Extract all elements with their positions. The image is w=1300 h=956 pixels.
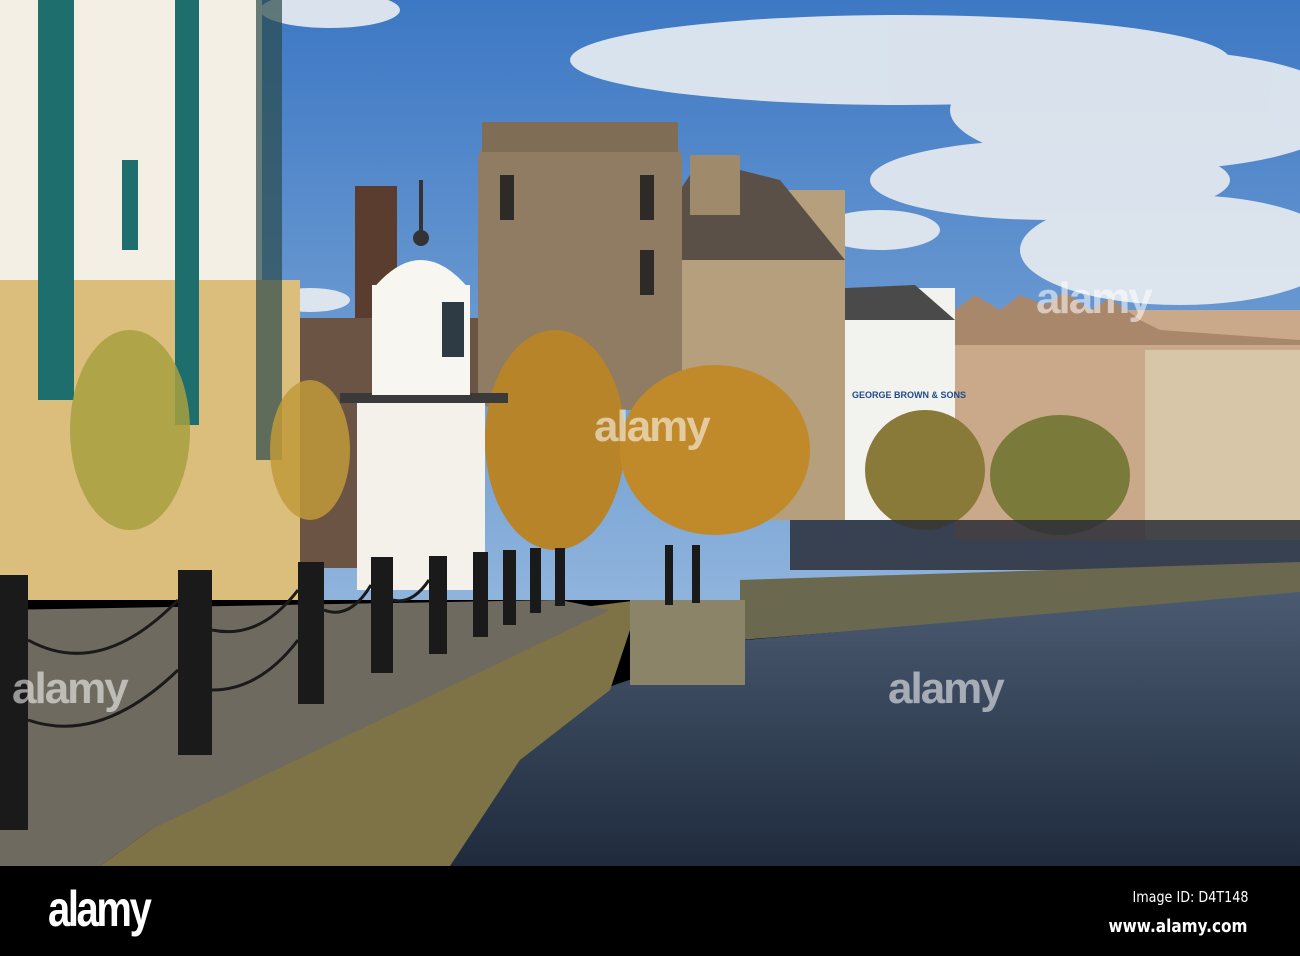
watermark-center: alamy bbox=[594, 402, 711, 451]
watermark-right: alamy bbox=[888, 664, 1005, 713]
cars-row bbox=[790, 520, 1300, 570]
watermark-top-right: alamy bbox=[1036, 274, 1153, 323]
footer-bar: alamy Image ID: D4T148 www.alamy.com bbox=[0, 866, 1300, 956]
pier-block bbox=[630, 600, 745, 685]
website-link[interactable]: www.alamy.com bbox=[1109, 916, 1248, 937]
shop-sign: GEORGE BROWN & SONS bbox=[852, 390, 966, 400]
alamy-logo: alamy bbox=[48, 881, 152, 937]
image-id: Image ID: D4T148 bbox=[1132, 888, 1248, 906]
watermark-left: alamy bbox=[12, 664, 129, 713]
